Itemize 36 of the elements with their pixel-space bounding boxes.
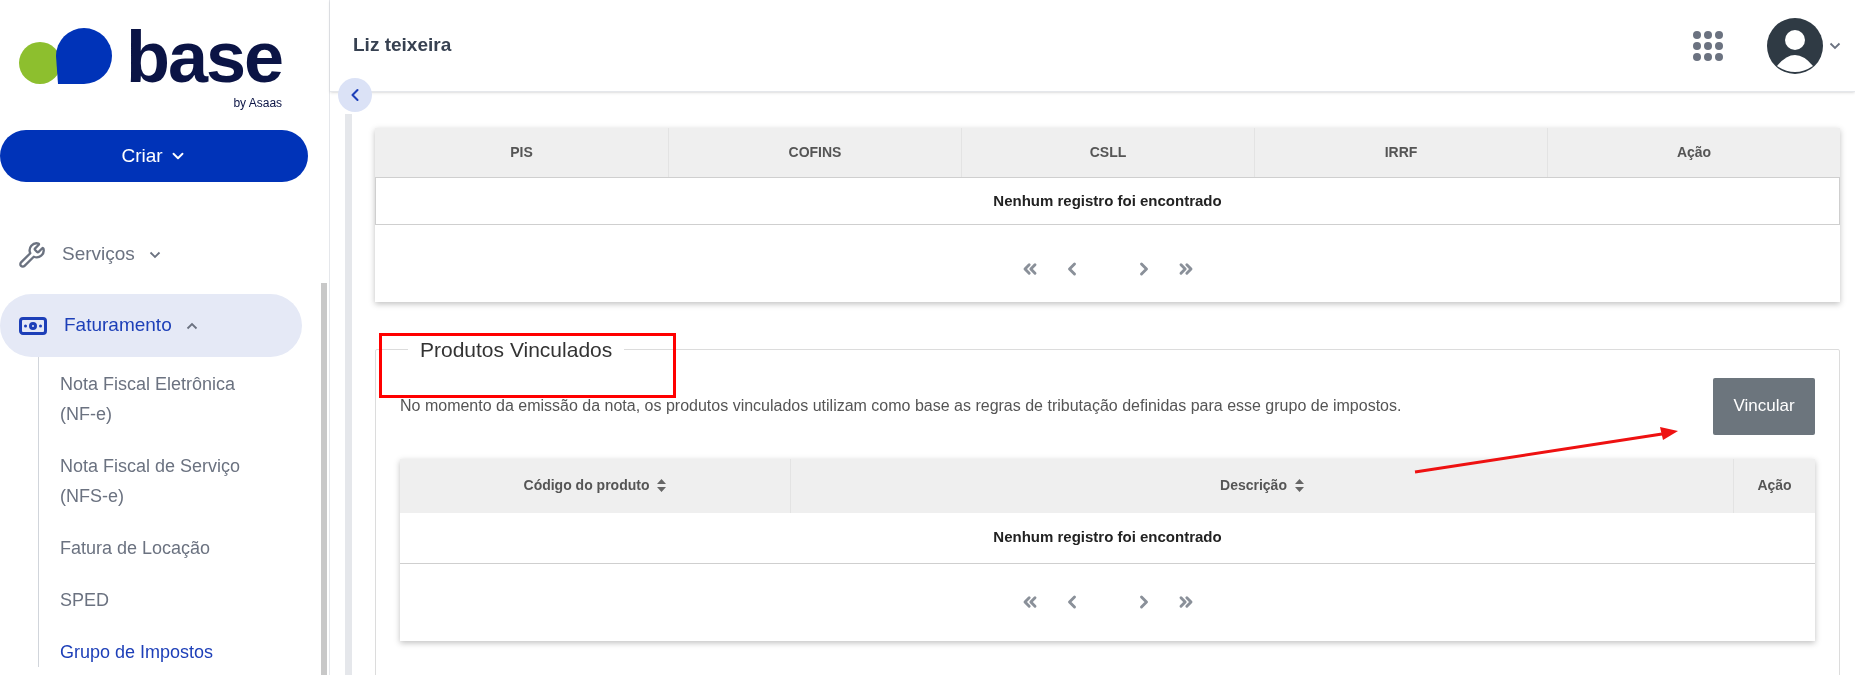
column-header: Ação xyxy=(1733,458,1815,513)
submenu-link[interactable]: SPED xyxy=(39,585,271,615)
link-button[interactable]: Vincular xyxy=(1713,377,1815,435)
logo-icon xyxy=(18,26,114,86)
avatar-icon[interactable] xyxy=(1767,17,1823,74)
chevron-down-icon xyxy=(1829,41,1841,50)
column-header: PIS xyxy=(509,143,534,162)
chevron-down-icon xyxy=(148,250,161,259)
sort-icon[interactable] xyxy=(657,479,667,492)
chevron-up-icon xyxy=(185,321,198,330)
column-header: CSLL xyxy=(961,128,1254,177)
column-header[interactable]: Código do produto xyxy=(400,458,790,513)
section-title: Produtos Vinculados xyxy=(419,337,614,363)
sort-icon[interactable] xyxy=(1294,479,1304,492)
empty-message: Nenhum registro foi encontrado xyxy=(993,190,1222,211)
column-header: COFINS xyxy=(668,128,961,177)
user-name: Liz teixeira xyxy=(353,33,452,58)
apps-grid-icon[interactable] xyxy=(1693,30,1723,61)
column-header: IRRF xyxy=(1254,128,1547,177)
submenu-link[interactable]: Grupo de Impostos xyxy=(39,637,271,667)
submenu-link[interactable]: Nota Fiscal de Serviço (NFS-e) xyxy=(39,451,271,511)
sidebar-item[interactable]: Serviços xyxy=(0,223,302,286)
create-button[interactable]: Criar xyxy=(0,130,308,182)
column-header: Ação xyxy=(1547,128,1840,177)
submenu-link[interactable]: Nota Fiscal Eletrônica (NF-e) xyxy=(39,369,271,429)
sidebar-item[interactable]: Faturamento xyxy=(0,294,302,357)
wrench-icon xyxy=(18,240,46,269)
column-header[interactable]: Descrição xyxy=(790,458,1733,513)
submenu-link[interactable]: Fatura de Locação xyxy=(39,533,271,563)
logo-wordmark: base xyxy=(126,26,283,88)
collapse-sidebar-button[interactable] xyxy=(338,78,372,112)
empty-message: Nenhum registro foi encontrado xyxy=(993,527,1222,548)
section-description: No momento da emissão da nota, os produtos vinculados utilizam como base as regras de tributação definidas para esse grupo de impostos. xyxy=(400,396,1402,416)
page-scrollbar[interactable] xyxy=(345,114,352,675)
scrollbar[interactable] xyxy=(321,283,327,675)
logo-tagline: by Asaas xyxy=(233,95,283,112)
